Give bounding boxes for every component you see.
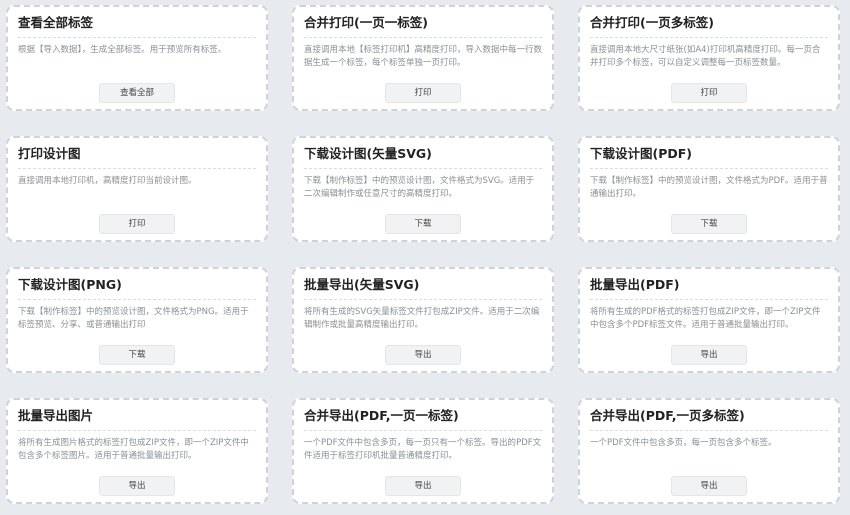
card-merge-export-pdf-multi: 合并导出(PDF,一页多标签) 一个PDF文件中包含多页，每一页包含多个标签。 …: [578, 398, 840, 504]
card-divider: [304, 299, 542, 300]
export-button[interactable]: 导出: [99, 476, 175, 496]
card-title: 批量导出图片: [18, 408, 94, 423]
card-description: 下载【制作标签】中的预览设计图，文件格式为SVG。适用于二次编辑制作或任意尺寸的…: [304, 176, 535, 199]
card-description: 将所有生成的SVG矢量标签文件打包成ZIP文件。适用于二次编辑制作或批量高精度输…: [304, 307, 540, 330]
card-description: 下载【制作标签】中的预览设计图，文件格式为PNG。适用于标签预览、分享、或普通输…: [18, 307, 249, 330]
card-batch-export-images: 批量导出图片 将所有生成图片格式的标签打包成ZIP文件，即一个ZIP文件中包含多…: [6, 398, 268, 504]
card-divider: [304, 37, 542, 38]
card-download-png: 下载设计图(PNG) 下载【制作标签】中的预览设计图，文件格式为PNG。适用于标…: [6, 267, 268, 373]
card-description: 根据【导入数据】，生成全部标签。用于预览所有标签。: [18, 45, 227, 55]
card-title: 批量导出(PDF): [590, 277, 680, 292]
export-button[interactable]: 导出: [385, 345, 461, 365]
card-title: 打印设计图: [18, 146, 81, 161]
card-title: 合并打印(一页多标签): [590, 15, 714, 30]
download-button[interactable]: 下载: [385, 214, 461, 234]
card-print-design: 打印设计图 直接调用本地打印机，高精度打印当前设计图。 打印: [6, 136, 268, 242]
download-button[interactable]: 下载: [671, 214, 747, 234]
card-description: 一个PDF文件中包含多页，每一页只有一个标签。导出的PDF文件适用于标签打印机批…: [304, 438, 542, 461]
card-divider: [18, 430, 256, 431]
card-description: 直接调用本地【标签打印机】高精度打印，导入数据中每一行数据生成一个标签，每个标签…: [304, 45, 542, 68]
view-all-button[interactable]: 查看全部: [99, 83, 175, 103]
download-button[interactable]: 下载: [99, 345, 175, 365]
card-description: 下载【制作标签】中的预览设计图，文件格式为PDF。适用于普通输出打印。: [590, 176, 828, 199]
card-title: 合并打印(一页一标签): [304, 15, 428, 30]
card-divider: [18, 168, 256, 169]
export-button[interactable]: 导出: [385, 476, 461, 496]
card-title: 查看全部标签: [18, 15, 94, 30]
card-description: 将所有生成图片格式的标签打包成ZIP文件，即一个ZIP文件中包含多个标签图片。适…: [18, 438, 249, 461]
print-button[interactable]: 打印: [671, 83, 747, 103]
card-divider: [590, 168, 828, 169]
print-button[interactable]: 打印: [385, 83, 461, 103]
card-description: 直接调用本地大尺寸纸张(如A4)打印机高精度打印。每一页合并打印多个标签，可以自…: [590, 45, 821, 68]
card-title: 批量导出(矢量SVG): [304, 277, 420, 292]
print-button[interactable]: 打印: [99, 214, 175, 234]
export-options-grid: 查看全部标签 根据【导入数据】，生成全部标签。用于预览所有标签。 查看全部 合并…: [0, 0, 850, 515]
card-divider: [18, 37, 256, 38]
card-description: 将所有生成的PDF格式的标签打包成ZIP文件，即一个ZIP文件中包含多个PDF标…: [590, 307, 821, 330]
card-download-svg: 下载设计图(矢量SVG) 下载【制作标签】中的预览设计图，文件格式为SVG。适用…: [292, 136, 554, 242]
card-description: 一个PDF文件中包含多页，每一页包含多个标签。: [590, 438, 777, 448]
card-title: 合并导出(PDF,一页多标签): [590, 408, 745, 423]
card-divider: [590, 37, 828, 38]
card-title: 下载设计图(矢量SVG): [304, 146, 432, 161]
card-title: 下载设计图(PNG): [18, 277, 122, 292]
card-divider: [590, 430, 828, 431]
card-divider: [304, 430, 542, 431]
card-description: 直接调用本地打印机，高精度打印当前设计图。: [18, 176, 197, 186]
card-title: 下载设计图(PDF): [590, 146, 693, 161]
card-divider: [18, 299, 256, 300]
card-merge-print-multi: 合并打印(一页多标签) 直接调用本地大尺寸纸张(如A4)打印机高精度打印。每一页…: [578, 5, 840, 111]
card-batch-export-pdf: 批量导出(PDF) 将所有生成的PDF格式的标签打包成ZIP文件，即一个ZIP文…: [578, 267, 840, 373]
card-download-pdf: 下载设计图(PDF) 下载【制作标签】中的预览设计图，文件格式为PDF。适用于普…: [578, 136, 840, 242]
card-divider: [590, 299, 828, 300]
card-view-all-labels: 查看全部标签 根据【导入数据】，生成全部标签。用于预览所有标签。 查看全部: [6, 5, 268, 111]
export-button[interactable]: 导出: [671, 345, 747, 365]
card-merge-export-pdf-single: 合并导出(PDF,一页一标签) 一个PDF文件中包含多页，每一页只有一个标签。导…: [292, 398, 554, 504]
card-title: 合并导出(PDF,一页一标签): [304, 408, 459, 423]
card-divider: [304, 168, 542, 169]
card-batch-export-svg: 批量导出(矢量SVG) 将所有生成的SVG矢量标签文件打包成ZIP文件。适用于二…: [292, 267, 554, 373]
export-button[interactable]: 导出: [671, 476, 747, 496]
card-merge-print-single: 合并打印(一页一标签) 直接调用本地【标签打印机】高精度打印，导入数据中每一行数…: [292, 5, 554, 111]
